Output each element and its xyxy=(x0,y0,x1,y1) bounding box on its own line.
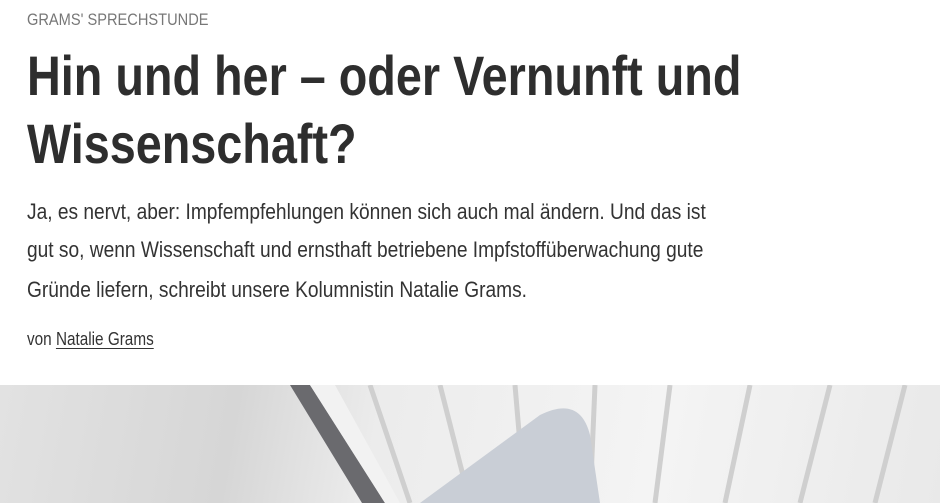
hero-image-graphic xyxy=(290,385,908,503)
byline: von Natalie Grams xyxy=(27,329,154,350)
title-line: Hin und her – oder Vernunft und xyxy=(27,44,742,107)
lead-line: Gründe liefern, schreibt unsere Kolumnis… xyxy=(27,277,527,302)
title-line: Wissenschaft? xyxy=(27,112,357,175)
lead-line: gut so, wenn Wissenschaft und ernsthaft … xyxy=(27,237,704,262)
author-link[interactable]: Natalie Grams xyxy=(56,329,154,349)
hero-image xyxy=(0,385,940,503)
byline-prefix: von xyxy=(27,329,52,349)
lead-line: Ja, es nervt, aber: Impfempfehlungen kön… xyxy=(27,199,706,224)
article-kicker: GRAMS' SPRECHSTUNDE xyxy=(27,10,209,29)
